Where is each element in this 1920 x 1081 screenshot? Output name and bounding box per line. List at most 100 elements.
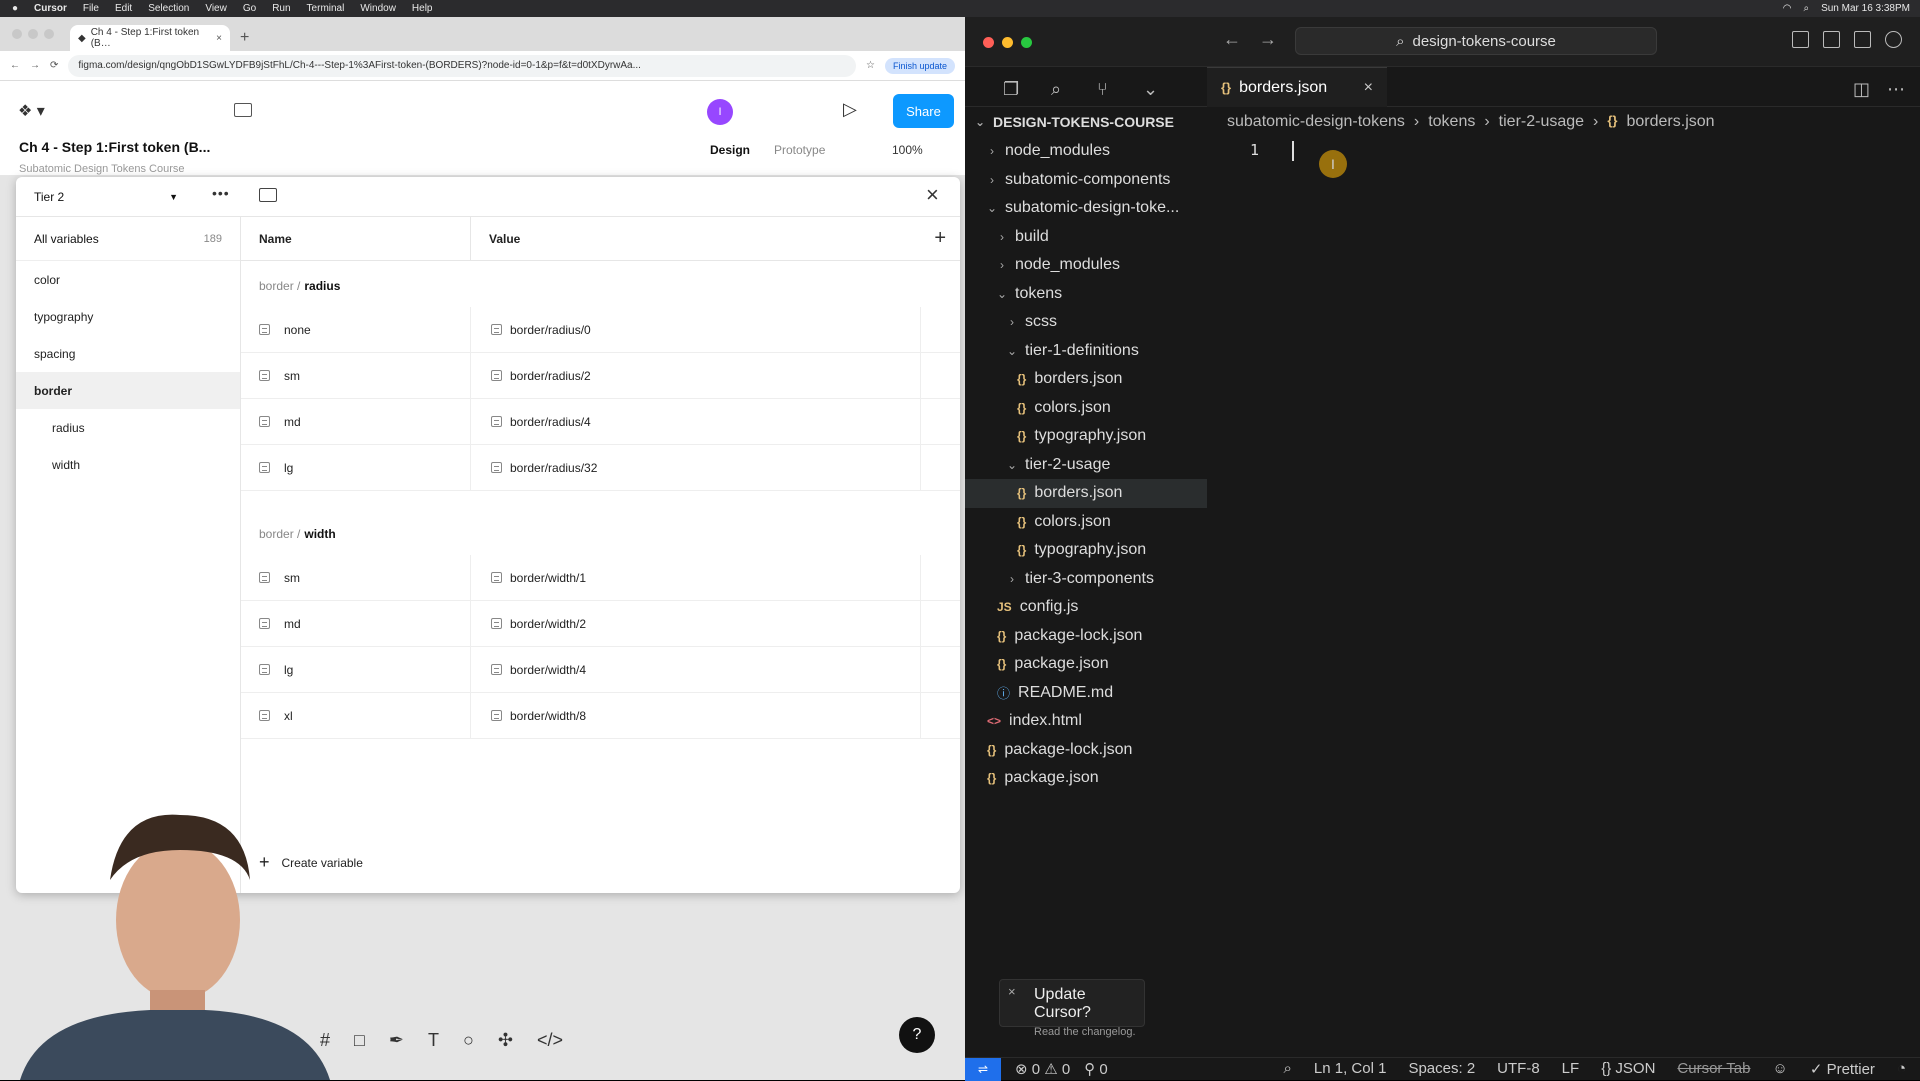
minimize-window-button[interactable] (28, 29, 38, 39)
remote-icon[interactable]: ⇌ (965, 1057, 1001, 1081)
wifi-icon[interactable]: ◠ (1783, 3, 1792, 14)
table-row[interactable]: xl border/width/8 (241, 693, 960, 739)
tab-prototype[interactable]: Prototype (774, 143, 825, 157)
tree-folder[interactable]: › node_modules (965, 251, 1207, 280)
table-row[interactable]: md border/radius/4 (241, 399, 960, 445)
close-tab-icon[interactable]: × (216, 33, 222, 44)
close-window-button[interactable] (983, 37, 994, 48)
menu-help[interactable]: Help (412, 3, 433, 14)
nav-arrows-icon[interactable]: ←→ (1223, 29, 1295, 50)
tree-file[interactable]: {} package.json (965, 650, 1207, 679)
tree-file[interactable]: {} typography.json (965, 422, 1207, 451)
more-icon[interactable]: ••• (212, 185, 230, 201)
toggle-primary-sidebar-icon[interactable] (1792, 31, 1809, 48)
toggle-panel-icon[interactable] (1823, 31, 1840, 48)
menu-terminal[interactable]: Terminal (307, 3, 345, 14)
status-cursor-tab[interactable]: Cursor Tab (1677, 1060, 1750, 1078)
tree-folder[interactable]: › subatomic-components (965, 166, 1207, 195)
status-spaces[interactable]: Spaces: 2 (1408, 1060, 1475, 1078)
tree-folder[interactable]: › scss (965, 308, 1207, 337)
close-window-button[interactable] (12, 29, 22, 39)
table-row[interactable]: none border/radius/0 (241, 307, 960, 353)
breadcrumb-item[interactable]: tier-2-usage (1499, 113, 1584, 131)
add-icon[interactable]: + (934, 227, 946, 250)
more-actions-icon[interactable]: ⋯ (1887, 79, 1905, 100)
group-border-radius[interactable]: radius (16, 409, 240, 446)
zoom-level[interactable]: 100% (892, 143, 923, 157)
close-icon[interactable]: × (926, 182, 939, 208)
address-bar[interactable]: figma.com/design/qngObD1SGwLYDFB9jStFhL/… (68, 54, 856, 77)
tree-file-selected[interactable]: {} borders.json (965, 479, 1207, 508)
status-ports[interactable]: ⚲ 0 (1084, 1060, 1108, 1078)
close-tab-icon[interactable]: × (1364, 79, 1373, 97)
help-button[interactable]: ? (899, 1017, 935, 1053)
tree-file[interactable]: {} package-lock.json (965, 736, 1207, 765)
bell-icon[interactable]: ◔ (1897, 1060, 1906, 1078)
figma-menu-icon[interactable]: ❖ ▾ (18, 101, 45, 121)
tree-file[interactable]: JS config.js (965, 593, 1207, 622)
menu-window[interactable]: Window (360, 3, 396, 14)
breadcrumb-item[interactable]: borders.json (1627, 113, 1715, 131)
tree-folder[interactable]: › tier-3-components (965, 565, 1207, 594)
source-control-icon[interactable]: ⑂ (1097, 79, 1108, 100)
toggle-secondary-sidebar-icon[interactable] (1854, 31, 1871, 48)
editor-tab[interactable]: {} borders.json × (1207, 67, 1387, 107)
status-prettier[interactable]: ✓ Prettier (1810, 1060, 1875, 1078)
table-row[interactable]: lg border/width/4 (241, 647, 960, 693)
group-typography[interactable]: typography (16, 298, 240, 335)
tree-file[interactable]: {} typography.json (965, 536, 1207, 565)
avatar[interactable]: I (707, 99, 733, 125)
pen-tool-icon[interactable]: ✒ (389, 1030, 404, 1051)
table-row[interactable]: md border/width/2 (241, 601, 960, 647)
explorer-root[interactable]: ⌄ DESIGN-TOKENS-COURSE (965, 107, 1207, 137)
new-tab-icon[interactable]: + (230, 29, 259, 51)
sidebar-icon[interactable] (259, 188, 277, 202)
tree-file[interactable]: {} package.json (965, 764, 1207, 793)
present-icon[interactable]: ▷ (843, 99, 857, 120)
settings-gear-icon[interactable] (1885, 31, 1902, 48)
zoom-icon[interactable]: ⌕ (1284, 1060, 1292, 1078)
search-view-icon[interactable]: ⌕ (1051, 79, 1061, 100)
copilot-icon[interactable]: ☺ (1773, 1060, 1788, 1078)
update-notification[interactable]: × Update Cursor? Read the changelog. (999, 979, 1145, 1038)
bookmark-star-icon[interactable]: ☆ (866, 60, 875, 71)
breadcrumb-item[interactable]: subatomic-design-tokens (1227, 113, 1405, 131)
tree-folder[interactable]: › node_modules (965, 137, 1207, 166)
close-icon[interactable]: × (1008, 984, 1016, 999)
toggle-sidebar-icon[interactable] (234, 103, 252, 117)
tab-design[interactable]: Design (710, 143, 750, 157)
tree-file[interactable]: {} borders.json (965, 365, 1207, 394)
menu-run[interactable]: Run (272, 3, 290, 14)
command-center[interactable]: ⌕ design-tokens-course (1295, 27, 1657, 55)
finish-update-button[interactable]: Finish update (884, 57, 955, 74)
table-row[interactable]: sm border/radius/2 (241, 353, 960, 399)
tree-folder[interactable]: ⌄ subatomic-design-toke... (965, 194, 1207, 223)
tree-file[interactable]: {} colors.json (965, 508, 1207, 537)
rectangle-tool-icon[interactable]: □ (354, 1030, 365, 1051)
table-row[interactable]: sm border/width/1 (241, 555, 960, 601)
minimize-window-button[interactable] (1002, 37, 1013, 48)
menu-app[interactable]: Cursor (34, 3, 67, 14)
group-border-width[interactable]: width (16, 446, 240, 483)
breadcrumb-item[interactable]: tokens (1428, 113, 1475, 131)
tree-file[interactable]: <> index.html (965, 707, 1207, 736)
dev-mode-icon[interactable]: </> (537, 1030, 563, 1051)
status-language[interactable]: {} JSON (1601, 1060, 1655, 1078)
status-problems[interactable]: ⊗ 0 ⚠ 0 (1015, 1060, 1070, 1078)
tree-file[interactable]: ⓘ README.md (965, 679, 1207, 708)
tree-folder[interactable]: › build (965, 223, 1207, 252)
tree-folder[interactable]: ⌄ tokens (965, 280, 1207, 309)
components-tool-icon[interactable]: ✣ (498, 1030, 513, 1051)
search-icon[interactable]: ⌕ (1803, 3, 1809, 14)
zoom-window-button[interactable] (1021, 37, 1032, 48)
back-icon[interactable]: ← (10, 60, 20, 71)
table-row[interactable]: lg border/radius/32 (241, 445, 960, 491)
group-color[interactable]: color (16, 261, 240, 298)
tree-file[interactable]: {} colors.json (965, 394, 1207, 423)
text-tool-icon[interactable]: T (428, 1030, 439, 1051)
reload-icon[interactable]: ⟳ (50, 60, 58, 71)
tree-folder[interactable]: ⌄ tier-1-definitions (965, 337, 1207, 366)
zoom-window-button[interactable] (44, 29, 54, 39)
status-encoding[interactable]: UTF-8 (1497, 1060, 1540, 1078)
group-border[interactable]: border (16, 372, 240, 409)
